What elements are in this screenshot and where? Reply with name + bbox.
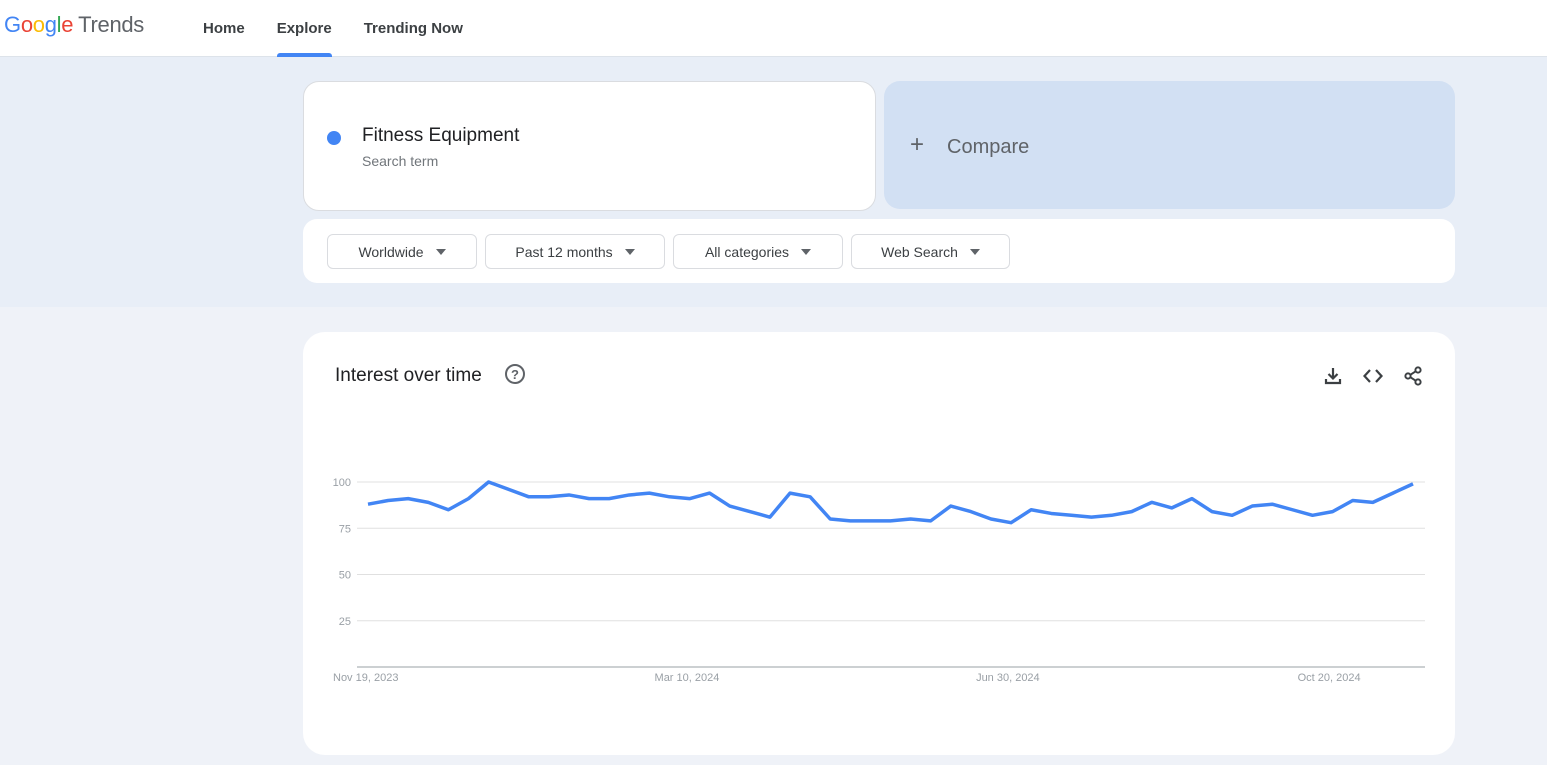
data-point[interactable] <box>1146 496 1158 508</box>
data-point[interactable] <box>603 493 615 505</box>
data-point[interactable] <box>1126 506 1138 518</box>
caret-down-icon <box>435 248 446 255</box>
x-tick-label: Jun 30, 2024 <box>976 672 1040 684</box>
data-point[interactable] <box>945 500 957 512</box>
data-point[interactable] <box>1005 517 1017 529</box>
data-point[interactable] <box>1307 509 1319 521</box>
logo-letter: o <box>32 12 45 37</box>
data-point[interactable] <box>1025 504 1037 516</box>
data-point[interactable] <box>1166 502 1178 514</box>
data-point[interactable] <box>1065 509 1077 521</box>
chart-gridlines <box>357 481 1425 668</box>
data-point[interactable] <box>1226 509 1238 521</box>
filter-time-range-label: Past 12 months <box>515 243 613 260</box>
data-point[interactable] <box>764 511 776 523</box>
y-tick-label: 25 <box>339 616 351 628</box>
search-term-type: Search term <box>362 153 439 169</box>
logo-letter: o <box>20 12 33 37</box>
term-color-dot <box>327 131 341 145</box>
data-point[interactable] <box>1286 504 1298 516</box>
main-nav: Home Explore Trending Now <box>188 0 480 57</box>
data-point[interactable] <box>804 491 816 503</box>
google-trends-logo[interactable]: Google Trends <box>4 12 144 38</box>
data-point[interactable] <box>864 515 876 527</box>
data-point[interactable] <box>784 487 796 499</box>
data-point[interactable] <box>1085 511 1097 523</box>
data-point[interactable] <box>543 491 555 503</box>
plus-icon: + <box>910 131 925 158</box>
data-point[interactable] <box>583 493 595 505</box>
search-term-name[interactable]: Fitness Equipment <box>362 125 519 147</box>
data-point[interactable] <box>362 498 374 510</box>
filter-search-type[interactable]: Web Search <box>851 234 1010 269</box>
data-point[interactable] <box>503 483 515 495</box>
interest-over-time-card: Interest over time ? 25 50 75 100 Nov 19, 2… <box>303 332 1455 755</box>
data-point[interactable] <box>523 491 535 503</box>
data-point[interactable] <box>1347 495 1359 507</box>
filter-category[interactable]: All categories <box>673 234 843 269</box>
data-point[interactable] <box>744 506 756 518</box>
data-point[interactable] <box>985 513 997 525</box>
x-tick-label: Oct 20, 2024 <box>1298 672 1361 684</box>
interest-line-chart[interactable]: 25 50 75 100 Nov 19, 2023 Mar 10, 2024 Jun 30… <box>303 332 1455 755</box>
chart-series <box>362 476 1419 529</box>
nav-explore[interactable]: Explore <box>262 0 347 57</box>
filter-time-range[interactable]: Past 12 months <box>485 234 665 269</box>
logo-letter: G <box>4 12 21 37</box>
data-point[interactable] <box>1266 498 1278 510</box>
logo-letter: g <box>44 12 57 37</box>
data-point[interactable] <box>844 515 856 527</box>
data-point[interactable] <box>885 515 897 527</box>
nav-home[interactable]: Home <box>188 0 260 57</box>
data-point[interactable] <box>643 487 655 499</box>
data-point[interactable] <box>1327 506 1339 518</box>
filter-search-type-label: Web Search <box>881 243 958 260</box>
data-point[interactable] <box>382 495 394 507</box>
caret-down-icon <box>624 248 635 255</box>
data-point[interactable] <box>563 489 575 501</box>
data-point[interactable] <box>1246 500 1258 512</box>
data-point[interactable] <box>442 504 454 516</box>
data-point[interactable] <box>1206 506 1218 518</box>
data-point[interactable] <box>402 493 414 505</box>
data-point[interactable] <box>663 491 675 503</box>
caret-down-icon <box>801 248 812 255</box>
caret-down-icon <box>969 248 980 255</box>
search-term-card[interactable]: Fitness Equipment Search term <box>303 81 876 211</box>
filter-category-label: All categories <box>704 243 790 260</box>
data-point[interactable] <box>1045 507 1057 519</box>
logo-product-name: Trends <box>78 12 145 37</box>
nav-trending-now[interactable]: Trending Now <box>349 0 478 57</box>
data-point[interactable] <box>1186 493 1198 505</box>
y-tick-label: 100 <box>333 477 351 489</box>
x-tick-label: Nov 19, 2023 <box>333 672 398 684</box>
data-point[interactable] <box>483 476 495 488</box>
filter-location-label: Worldwide <box>358 243 424 260</box>
data-point[interactable] <box>925 515 937 527</box>
y-tick-label: 50 <box>339 570 351 582</box>
data-point[interactable] <box>684 493 696 505</box>
data-point[interactable] <box>704 487 716 499</box>
logo-letter: e <box>61 12 74 37</box>
y-tick-label: 75 <box>339 523 351 535</box>
data-point[interactable] <box>623 489 635 501</box>
filter-bar: Worldwide Past 12 months All categories … <box>303 219 1455 283</box>
data-point[interactable] <box>905 513 917 525</box>
data-point[interactable] <box>1407 478 1419 490</box>
data-point[interactable] <box>965 506 977 518</box>
compare-button[interactable]: + Compare <box>884 81 1455 209</box>
data-point[interactable] <box>1367 496 1379 508</box>
data-point[interactable] <box>1387 487 1399 499</box>
x-axis-ticks: Nov 19, 2023 Mar 10, 2024 Jun 30, 2024 Oct … <box>333 672 1361 684</box>
data-point[interactable] <box>1106 509 1118 521</box>
data-point[interactable] <box>824 513 836 525</box>
x-tick-label: Mar 10, 2024 <box>655 672 720 684</box>
data-point[interactable] <box>724 500 736 512</box>
compare-label: Compare <box>947 136 1030 158</box>
data-point[interactable] <box>422 496 434 508</box>
top-app-bar: Google Trends Home Explore Trending Now <box>0 0 1547 57</box>
data-point[interactable] <box>462 493 474 505</box>
filter-location[interactable]: Worldwide <box>327 234 477 269</box>
y-axis-ticks: 25 50 75 100 <box>333 477 351 628</box>
